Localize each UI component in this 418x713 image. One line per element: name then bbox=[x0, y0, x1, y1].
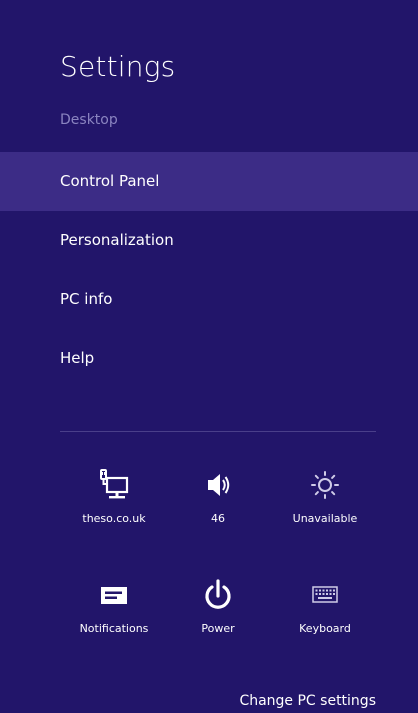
notifications-icon bbox=[59, 578, 169, 618]
volume-tile[interactable]: 46 bbox=[163, 468, 273, 525]
power-icon bbox=[163, 578, 273, 618]
network-icon bbox=[59, 468, 169, 508]
notifications-tile[interactable]: Notifications bbox=[59, 578, 169, 635]
power-label: Power bbox=[201, 622, 235, 635]
settings-charm-pane: Settings Desktop Control Panel Personali… bbox=[0, 0, 418, 713]
keyboard-tile[interactable]: Keyboard bbox=[270, 578, 380, 635]
menu-item-help[interactable]: Help bbox=[0, 329, 418, 388]
menu-item-personalization[interactable]: Personalization bbox=[0, 211, 418, 270]
network-tile[interactable]: theso.co.uk bbox=[59, 468, 169, 525]
change-pc-settings-link[interactable]: Change PC settings bbox=[239, 693, 376, 709]
brightness-tile[interactable]: Unavailable bbox=[270, 468, 380, 525]
keyboard-label: Keyboard bbox=[299, 622, 351, 635]
power-tile[interactable]: Power bbox=[163, 578, 273, 635]
brightness-icon bbox=[270, 468, 380, 508]
speaker-icon bbox=[163, 468, 273, 508]
page-title: Settings bbox=[60, 50, 176, 83]
divider bbox=[60, 431, 376, 432]
notifications-label: Notifications bbox=[79, 622, 149, 635]
keyboard-icon bbox=[270, 578, 380, 618]
network-label: theso.co.uk bbox=[82, 512, 146, 525]
brightness-label: Unavailable bbox=[292, 512, 358, 525]
context-subtitle: Desktop bbox=[60, 112, 118, 128]
menu-item-control-panel[interactable]: Control Panel bbox=[0, 152, 418, 211]
menu-item-pc-info[interactable]: PC info bbox=[0, 270, 418, 329]
volume-label: 46 bbox=[211, 512, 225, 525]
settings-menu: Control Panel Personalization PC info He… bbox=[0, 152, 418, 388]
